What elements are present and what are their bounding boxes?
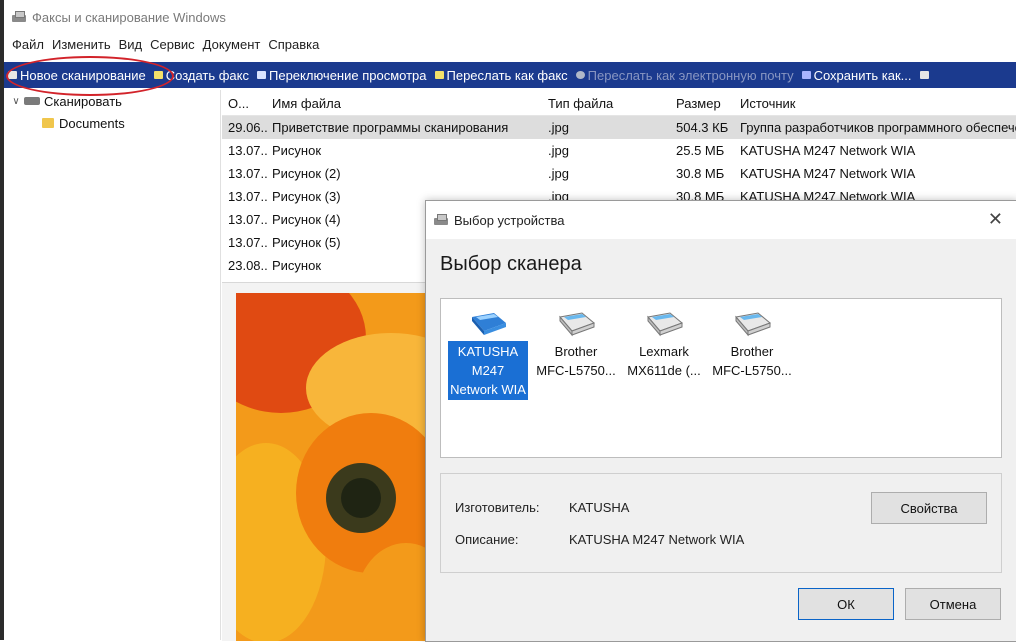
file-list-header: О... Имя файла Тип файла Размер Источник [222,92,1016,116]
scanner-icon [24,97,40,105]
title-bar: Факсы и сканирование Windows [4,0,1016,34]
scanner-icon [735,312,771,337]
overflow-icon [919,71,929,79]
table-row[interactable]: 13.07.... Рисунок (2) .jpg 30.8 МБ KATUS… [222,162,1016,185]
scanner-icon [8,71,17,79]
toggle-view-label: Переключение просмотра [269,67,427,83]
toolbar: Новое сканирование Создать факс Переключ… [4,62,1016,88]
device-item-lexmark[interactable]: Lexmark MX611de (... [621,307,707,381]
folder-tree: ∨ Сканировать Documents [4,90,220,640]
pane-divider[interactable] [220,90,221,640]
fax-icon [153,71,163,79]
tree-item-scan[interactable]: ∨ Сканировать [4,90,220,112]
folder-icon [42,118,54,128]
create-fax-button[interactable]: Создать факс [150,62,253,88]
toolbar-overflow-button[interactable] [916,62,936,88]
device-item-brother-2[interactable]: Brother MFC-L5750... [709,307,795,381]
forward-email-button[interactable]: Переслать как электронную почту [572,62,798,88]
forward-email-label: Переслать как электронную почту [587,67,794,83]
toggle-view-button[interactable]: Переключение просмотра [253,62,431,88]
tree-item-scan-label: Сканировать [44,93,122,109]
window-title: Факсы и сканирование Windows [32,9,226,25]
column-header-type[interactable]: Тип файла [544,96,672,111]
new-scan-label: Новое сканирование [20,67,146,83]
device-item-brother-1[interactable]: Brother MFC-L5750... [533,307,619,381]
menu-document[interactable]: Документ [203,37,261,52]
save-icon [801,71,811,79]
save-as-button[interactable]: Сохранить как... [798,62,916,88]
close-icon[interactable]: ✕ [988,210,1003,228]
view-icon [257,71,266,79]
column-header-size[interactable]: Размер [672,96,736,111]
description-label: Описание: [455,532,519,547]
tree-item-documents[interactable]: Documents [4,112,220,134]
forward-fax-icon [434,71,444,79]
dialog-heading: Выбор сканера [440,253,582,275]
column-header-date[interactable]: О... [222,96,268,111]
preview-image [236,293,426,641]
dialog-title-bar: Выбор устройства ✕ [426,201,1016,239]
save-as-label: Сохранить как... [813,67,912,83]
device-info-panel: Изготовитель: KATUSHA Описание: KATUSHA … [440,473,1002,573]
table-row[interactable]: 29.06.... Приветствие программы сканиров… [222,116,1016,139]
scanner-icon [434,214,448,226]
menu-file[interactable]: Файл [12,37,44,52]
forward-fax-label: Переслать как факс [446,67,568,83]
scanner-icon [647,312,683,337]
scanner-icon [472,313,506,335]
new-scan-button[interactable]: Новое сканирование [4,62,150,88]
table-row[interactable]: 13.07.... Рисунок .jpg 25.5 МБ KATUSHA M… [222,139,1016,162]
menu-edit[interactable]: Изменить [52,37,111,52]
column-header-source[interactable]: Источник [736,96,1016,111]
menu-bar: Файл Изменить Вид Сервис Документ Справк… [4,34,1016,54]
chevron-down-icon[interactable]: ∨ [10,96,22,107]
menu-view[interactable]: Вид [119,37,143,52]
description-value: KATUSHA M247 Network WIA [569,532,745,547]
create-fax-label: Создать факс [165,67,249,83]
manufacturer-value: KATUSHA [569,500,630,515]
email-icon [575,71,585,79]
menu-help[interactable]: Справка [268,37,319,52]
device-selection-dialog: Выбор устройства ✕ Выбор сканера KATUSHA… [425,200,1016,642]
scanner-icon [559,312,595,337]
properties-button[interactable]: Свойства [871,492,987,524]
forward-fax-button[interactable]: Переслать как факс [431,62,572,88]
cancel-button[interactable]: Отмена [905,588,1001,620]
device-item-katusha[interactable]: KATUSHA M247 Network WIA [445,307,531,400]
menu-tools[interactable]: Сервис [150,37,195,52]
column-header-name[interactable]: Имя файла [268,96,544,111]
manufacturer-label: Изготовитель: [455,500,540,515]
tree-item-documents-label: Documents [59,115,125,131]
dialog-title: Выбор устройства [454,212,565,228]
fax-scanner-icon [12,11,26,23]
device-list: KATUSHA M247 Network WIA Brother MFC-L57… [440,298,1002,458]
ok-button[interactable]: ОК [798,588,894,620]
